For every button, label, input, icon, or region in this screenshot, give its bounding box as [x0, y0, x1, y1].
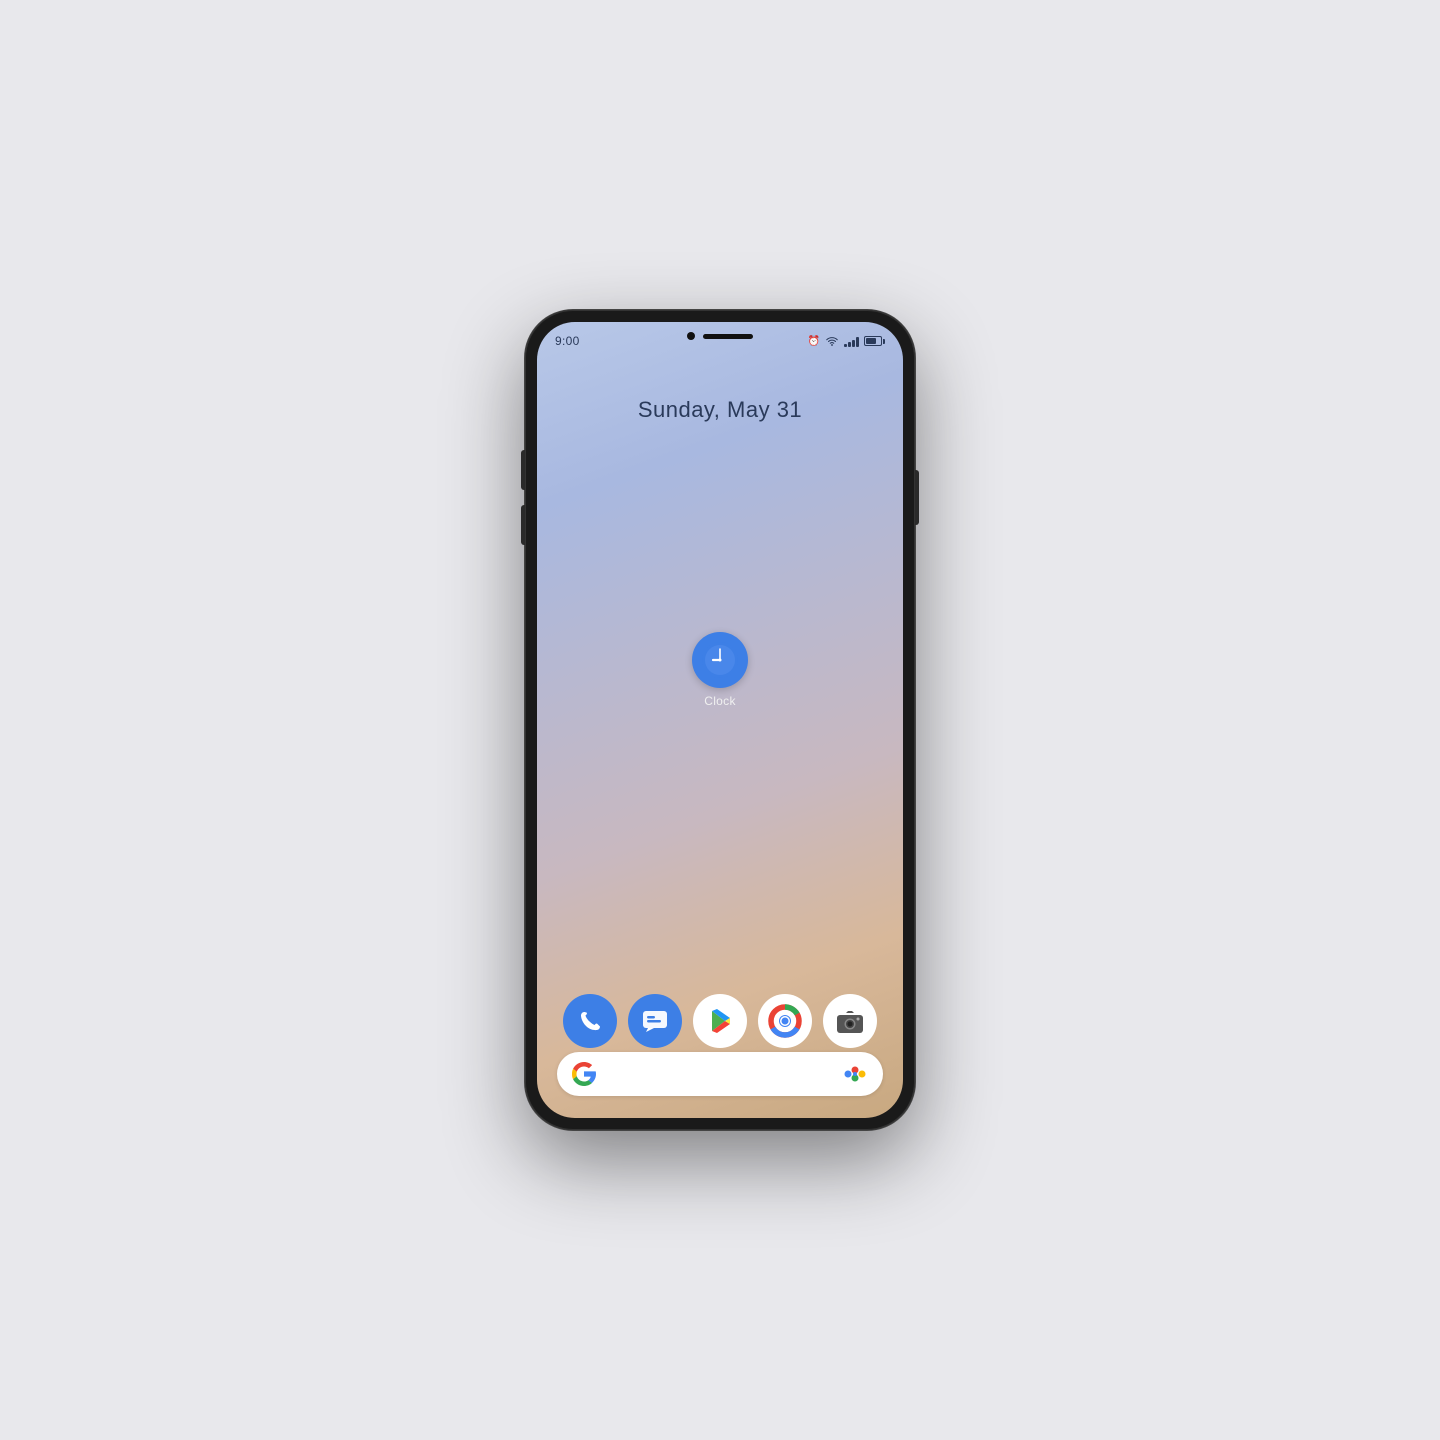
- clock-app-label: Clock: [704, 694, 736, 708]
- dock-camera-app[interactable]: [823, 994, 877, 1048]
- battery-icon: [864, 336, 885, 346]
- signal-icon: [844, 336, 859, 347]
- google-search-bar[interactable]: [557, 1052, 883, 1096]
- speaker-grille: [703, 334, 753, 339]
- app-dock: [557, 994, 883, 1048]
- phone-screen: 9:00 ⏰: [537, 322, 903, 1118]
- dock-messages-app[interactable]: [628, 994, 682, 1048]
- play-store-icon: [704, 1005, 736, 1037]
- camera-icon: [835, 1007, 865, 1035]
- date-text: Sunday, May 31: [638, 397, 802, 422]
- status-time: 9:00: [555, 334, 580, 348]
- dock-phone-app[interactable]: [563, 994, 617, 1048]
- phone-device: 9:00 ⏰: [525, 310, 915, 1130]
- front-camera-dot: [687, 332, 695, 340]
- clock-face-svg: [702, 642, 738, 678]
- messages-icon: [640, 1006, 670, 1036]
- wifi-icon: [825, 336, 839, 347]
- google-logo: [571, 1061, 597, 1087]
- clock-widget[interactable]: Clock: [692, 632, 748, 708]
- clock-app-icon[interactable]: [692, 632, 748, 688]
- dock-chrome-app[interactable]: [758, 994, 812, 1048]
- volume-up-button[interactable]: [521, 450, 525, 490]
- front-camera-area: [687, 332, 753, 340]
- date-display: Sunday, May 31: [537, 397, 903, 423]
- dock-play-store-app[interactable]: [693, 994, 747, 1048]
- alarm-icon: ⏰: [808, 336, 820, 347]
- google-assistant-icon[interactable]: [841, 1060, 869, 1088]
- status-icons: ⏰: [808, 336, 885, 347]
- phone-icon: [576, 1007, 604, 1035]
- chrome-icon: [768, 1004, 802, 1038]
- volume-down-button[interactable]: [521, 505, 525, 545]
